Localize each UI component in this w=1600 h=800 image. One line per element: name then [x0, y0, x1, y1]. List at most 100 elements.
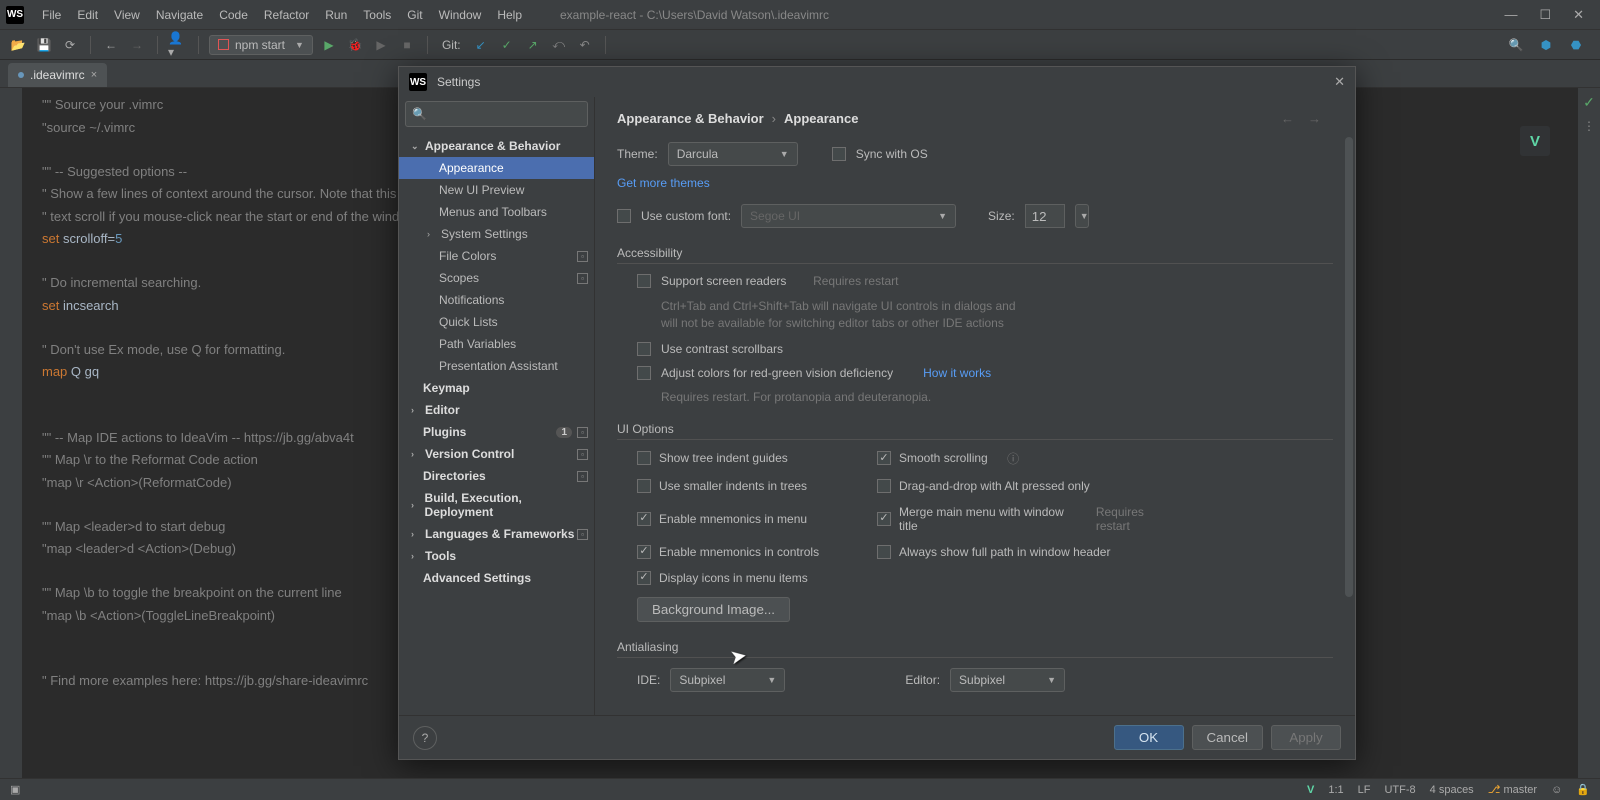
run-icon[interactable]: ▶: [319, 35, 339, 55]
tree-notifications[interactable]: Notifications: [399, 289, 594, 311]
tree-keymap[interactable]: Keymap: [399, 377, 594, 399]
inspection-ok-icon[interactable]: ✓: [1583, 94, 1595, 111]
tree-appearance-behavior[interactable]: ⌄Appearance & Behavior: [399, 135, 594, 157]
tree-editor[interactable]: ›Editor: [399, 399, 594, 421]
notifications-icon[interactable]: ☺: [1551, 784, 1562, 796]
mnem-menu-checkbox[interactable]: [637, 512, 651, 526]
font-select[interactable]: Segoe UI▼: [741, 204, 956, 228]
nav-back-icon[interactable]: ←: [1281, 111, 1308, 126]
tree-quick-lists[interactable]: Quick Lists: [399, 311, 594, 333]
line-sep[interactable]: LF: [1358, 784, 1371, 796]
apply-button[interactable]: Apply: [1271, 725, 1341, 750]
how-works-link[interactable]: How it works: [923, 366, 991, 380]
tree-indent-checkbox[interactable]: [637, 451, 651, 465]
mnem-ctrl-checkbox[interactable]: [637, 545, 651, 559]
tree-vc[interactable]: ›Version Control▫: [399, 443, 594, 465]
git-commit-icon[interactable]: ✓: [497, 35, 517, 55]
tree-menus[interactable]: Menus and Toolbars: [399, 201, 594, 223]
stop-icon[interactable]: ■: [397, 35, 417, 55]
kebab-icon[interactable]: ⋮: [1583, 119, 1595, 133]
editor-tab[interactable]: .ideavimrc ×: [8, 63, 107, 87]
cancel-button[interactable]: Cancel: [1192, 725, 1264, 750]
nav-fwd-icon[interactable]: →: [1308, 111, 1335, 126]
ide-gear-icon[interactable]: ⬢: [1536, 35, 1556, 55]
help-button[interactable]: ?: [413, 726, 437, 750]
debug-icon[interactable]: 🐞: [345, 35, 365, 55]
tree-tools[interactable]: ›Tools: [399, 545, 594, 567]
menu-navigate[interactable]: Navigate: [148, 4, 211, 26]
menu-refactor[interactable]: Refactor: [256, 4, 317, 26]
caret-position[interactable]: 1:1: [1328, 784, 1343, 796]
merge-menu-checkbox[interactable]: [877, 512, 891, 526]
ide-hex-icon[interactable]: ⬣: [1566, 35, 1586, 55]
tree-lang[interactable]: ›Languages & Frameworks▫: [399, 523, 594, 545]
size-input[interactable]: [1025, 204, 1065, 228]
git-branch[interactable]: ⎇ master: [1488, 783, 1537, 796]
more-themes-link[interactable]: Get more themes: [617, 176, 710, 190]
run-config-selector[interactable]: npm start▼: [209, 35, 313, 55]
vim-status-icon[interactable]: V: [1307, 784, 1314, 796]
smooth-checkbox[interactable]: [877, 451, 891, 465]
tree-dirs[interactable]: Directories▫: [399, 465, 594, 487]
full-path-checkbox[interactable]: [877, 545, 891, 559]
coverage-icon[interactable]: ▶: [371, 35, 391, 55]
tree-path-vars[interactable]: Path Variables: [399, 333, 594, 355]
close-tab-icon[interactable]: ×: [91, 69, 97, 81]
custom-font-checkbox[interactable]: [617, 209, 631, 223]
ok-button[interactable]: OK: [1114, 725, 1184, 750]
tree-advanced[interactable]: Advanced Settings: [399, 567, 594, 589]
menu-run[interactable]: Run: [317, 4, 355, 26]
menu-edit[interactable]: Edit: [69, 4, 106, 26]
menu-tools[interactable]: Tools: [355, 4, 399, 26]
sync-os-checkbox[interactable]: [832, 147, 846, 161]
git-update-icon[interactable]: ↙: [471, 35, 491, 55]
smaller-indent-checkbox[interactable]: [637, 479, 651, 493]
tree-system[interactable]: ›System Settings: [399, 223, 594, 245]
tree-appearance[interactable]: Appearance: [399, 157, 594, 179]
search-icon[interactable]: 🔍: [1506, 35, 1526, 55]
menu-help[interactable]: Help: [489, 4, 530, 26]
menu-file[interactable]: File: [34, 4, 69, 26]
scrollbar[interactable]: [1345, 137, 1353, 597]
tree-plugins[interactable]: Plugins1▫: [399, 421, 594, 443]
tree-file-colors[interactable]: File Colors▫: [399, 245, 594, 267]
tree-new-ui[interactable]: New UI Preview: [399, 179, 594, 201]
settings-search[interactable]: 🔍: [405, 101, 588, 127]
drag-alt-checkbox[interactable]: [877, 479, 891, 493]
save-icon[interactable]: 💾: [34, 35, 54, 55]
indent[interactable]: 4 spaces: [1430, 784, 1474, 796]
tree-build[interactable]: ›Build, Execution, Deployment: [399, 487, 594, 523]
with-me-icon[interactable]: 👤▾: [168, 35, 188, 55]
encoding[interactable]: UTF-8: [1384, 784, 1415, 796]
menu-code[interactable]: Code: [211, 4, 256, 26]
size-dropdown[interactable]: ▼: [1075, 204, 1089, 228]
close-icon[interactable]: ✕: [1573, 7, 1584, 23]
sync-icon[interactable]: ⟳: [60, 35, 80, 55]
theme-select[interactable]: Darcula▼: [668, 142, 798, 166]
menu-window[interactable]: Window: [431, 4, 490, 26]
tool-window-icon[interactable]: ▣: [10, 783, 20, 796]
git-rollback-icon[interactable]: ↶: [575, 35, 595, 55]
contrast-checkbox[interactable]: [637, 342, 651, 356]
git-history-icon[interactable]: ⤺: [549, 35, 569, 55]
menu-git[interactable]: Git: [399, 4, 430, 26]
open-icon[interactable]: 📂: [8, 35, 28, 55]
git-push-icon[interactable]: ↗: [523, 35, 543, 55]
ide-aa-select[interactable]: Subpixel▼: [670, 668, 785, 692]
editor-aa-select[interactable]: Subpixel▼: [950, 668, 1065, 692]
lock-icon[interactable]: 🔒: [1576, 783, 1590, 796]
dialog-close-icon[interactable]: ✕: [1334, 74, 1345, 90]
minimize-icon[interactable]: —: [1504, 7, 1517, 23]
icons-menu-checkbox[interactable]: [637, 571, 651, 585]
info-icon[interactable]: ⓘ: [1007, 450, 1019, 467]
ideavim-icon[interactable]: V: [1520, 126, 1550, 156]
maximize-icon[interactable]: ☐: [1539, 7, 1551, 23]
back-icon[interactable]: ←: [101, 35, 121, 55]
tree-presentation[interactable]: Presentation Assistant: [399, 355, 594, 377]
tree-scopes[interactable]: Scopes▫: [399, 267, 594, 289]
screen-readers-checkbox[interactable]: [637, 274, 651, 288]
color-def-checkbox[interactable]: [637, 366, 651, 380]
menu-view[interactable]: View: [106, 4, 148, 26]
forward-icon[interactable]: →: [127, 35, 147, 55]
bg-image-button[interactable]: Background Image...: [637, 597, 790, 622]
